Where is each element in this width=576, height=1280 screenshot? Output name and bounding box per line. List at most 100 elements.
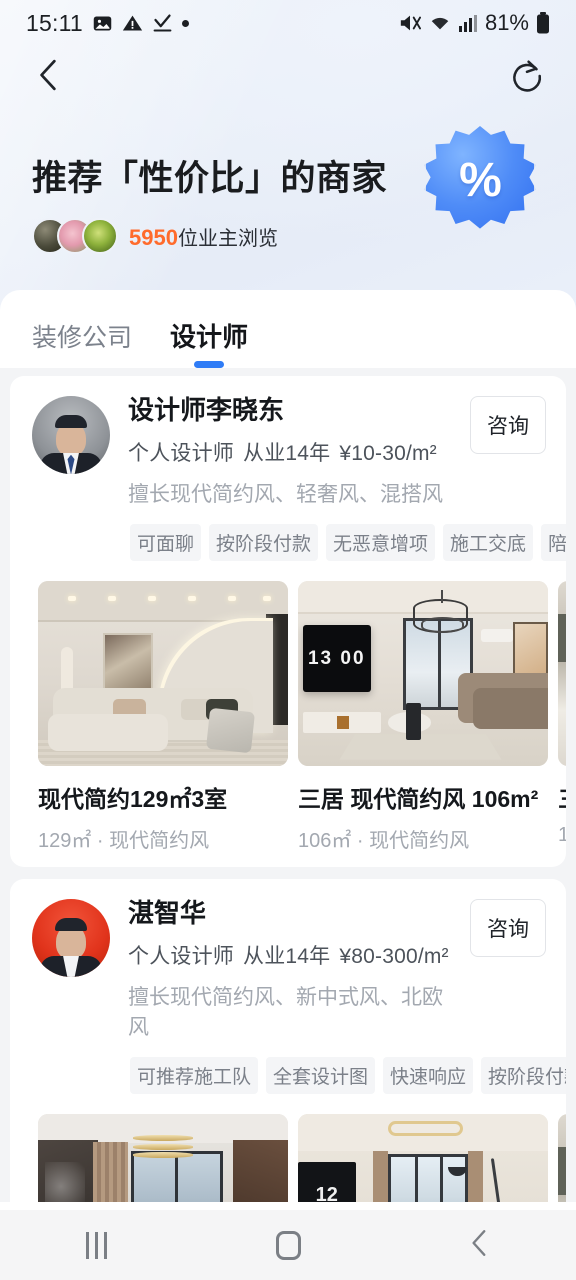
viewers-number: 5950 <box>129 224 178 250</box>
designer-role: 个人设计师 <box>128 441 234 465</box>
designer-tags: 可推荐施工队 全套设计图 快速响应 按阶段付款 <box>10 1041 566 1094</box>
signal-icon <box>458 13 478 33</box>
designer-name: 湛智华 <box>128 897 207 928</box>
work-thumbnail <box>38 1113 288 1210</box>
tab-label: 设计师 <box>170 322 249 352</box>
designer-card[interactable]: 设计师李晓东 个人设计师 从业14年 ¥10-30/m² 擅长现代简约风、轻奢风、混… <box>10 376 566 867</box>
designer-styles: 擅长现代简约风、新中式风、北欧风 <box>128 985 443 1039</box>
work-subtitle: 10 <box>558 823 566 846</box>
interior-photo-arch-living-room <box>38 580 288 766</box>
work-subtitle: 129㎡ · 现代简约风 <box>38 829 210 852</box>
warning-icon <box>122 13 143 34</box>
status-time: 15:11 <box>26 9 83 36</box>
sheet-bottom-edge <box>0 1202 576 1210</box>
work-thumbnail <box>558 580 566 766</box>
tag-chip: 快速响应 <box>383 1056 474 1094</box>
tag-chip: 按阶段付款 <box>209 523 319 561</box>
status-bar-right: 81% <box>398 10 550 36</box>
work-thumbnail <box>38 580 288 766</box>
status-bar-left: 15:11 <box>26 10 189 37</box>
recents-button[interactable] <box>36 1210 156 1280</box>
designer-price: ¥80-300/m² <box>339 944 449 968</box>
work-thumbnail: 13 00 <box>298 580 548 766</box>
designer-header: 设计师李晓东 个人设计师 从业14年 ¥10-30/m² 擅长现代简约风、轻奢风、混… <box>10 395 566 508</box>
consult-button[interactable]: 咨询 <box>470 898 546 957</box>
designer-info: 湛智华 个人设计师 从业14年 ¥80-300/m² 擅长现代简约风、新中式风、北欧… <box>128 897 460 1041</box>
top-navigation <box>0 46 576 108</box>
avatar <box>82 218 118 254</box>
system-back-button[interactable] <box>420 1210 540 1280</box>
android-navigation-bar <box>0 1210 576 1280</box>
interior-photo-luxury-living-room <box>38 1113 288 1210</box>
hero-section: 推荐「性价比」的商家 5950位业主浏览 % <box>0 110 576 290</box>
designer-header: 湛智华 个人设计师 从业14年 ¥80-300/m² 擅长现代简约风、新中式风、北欧… <box>10 897 566 1041</box>
work-item[interactable] <box>38 1113 288 1210</box>
consult-button[interactable]: 咨询 <box>470 396 546 454</box>
interior-photo-partial <box>558 580 566 766</box>
work-item[interactable]: 13 00 三居 现代简约风 106m² 106㎡ · 现代简约风 <box>298 580 548 853</box>
designer-avatar <box>32 396 110 474</box>
designer-meta: 个人设计师 从业14年 ¥80-300/m² <box>128 940 460 970</box>
content-sheet: 装修公司 设计师 设计师李晓东 个人设计师 从业14年 ¥10-30/m² 擅长… <box>0 290 576 1210</box>
designer-avatar <box>32 898 110 977</box>
designer-experience: 从业14年 <box>243 441 331 465</box>
works-carousel[interactable]: 现代简约129㎡3室 129㎡ · 现代简约风 13 00 三居 现代简约风 1… <box>10 561 566 853</box>
designer-tags: 可面聊 按阶段付款 无恶意增项 施工交底 陪同选购 <box>10 508 566 561</box>
works-carousel[interactable]: 12 <box>10 1094 566 1210</box>
tag-chip: 无恶意增项 <box>326 523 436 561</box>
tab-bar: 装修公司 设计师 <box>0 290 576 368</box>
viewers-count-text: 5950位业主浏览 <box>129 222 278 251</box>
tv-clock-display: 13 00 <box>307 647 366 669</box>
designer-styles: 擅长现代简约风、轻奢风、混搭风 <box>128 482 443 506</box>
designer-name: 设计师李晓东 <box>128 395 285 425</box>
recents-icon <box>85 1231 107 1259</box>
tag-chip: 全套设计图 <box>266 1056 376 1094</box>
work-item[interactable]: 现代简约129㎡3室 129㎡ · 现代简约风 <box>38 580 288 853</box>
tag-chip: 可推荐施工队 <box>130 1056 259 1094</box>
back-chevron-icon <box>469 1228 491 1263</box>
tab-label: 装修公司 <box>32 324 133 352</box>
back-button[interactable] <box>26 54 72 100</box>
tab-active-indicator <box>194 361 225 368</box>
tab-designer[interactable]: 设计师 <box>170 317 248 368</box>
tag-chip: 陪同选购 <box>541 523 566 561</box>
tag-chip: 施工交底 <box>443 523 534 561</box>
phone-screen: 15:11 81% 推荐「性价比」的商家 5950位业主浏览 % 装修公司 设计… <box>0 0 576 1280</box>
tab-renovation-company[interactable]: 装修公司 <box>32 318 132 368</box>
work-title: 现代简约129㎡3室 <box>38 785 228 812</box>
designer-meta: 个人设计师 从业14年 ¥10-30/m² <box>128 437 460 467</box>
battery-icon <box>536 12 550 34</box>
designer-role: 个人设计师 <box>128 944 234 968</box>
work-thumbnail: 12 <box>298 1113 548 1210</box>
avatar-portrait <box>40 414 102 474</box>
mute-icon <box>398 12 422 34</box>
home-button[interactable] <box>228 1210 348 1280</box>
work-item[interactable]: 12 <box>298 1113 548 1210</box>
work-title: 三居 现代简约风 106m² <box>298 785 539 812</box>
battery-percent: 81% <box>484 10 529 35</box>
download-check-icon <box>152 13 173 34</box>
interior-photo-partial <box>558 1113 566 1210</box>
interior-photo-tv-living-room: 13 00 <box>298 580 548 766</box>
viewer-avatars <box>32 218 118 254</box>
refresh-button[interactable] <box>504 54 550 100</box>
refresh-icon <box>509 57 545 98</box>
viewers-suffix: 位业主浏览 <box>177 227 278 250</box>
percent-symbol: % <box>459 153 502 207</box>
designer-price: ¥10-30/m² <box>339 441 437 465</box>
home-icon <box>275 1230 301 1260</box>
percent-badge-icon: % <box>426 126 534 234</box>
designer-card[interactable]: 湛智华 个人设计师 从业14年 ¥80-300/m² 擅长现代简约风、新中式风、北欧… <box>10 878 566 1210</box>
designer-list: 设计师李晓东 个人设计师 从业14年 ¥10-30/m² 擅长现代简约风、轻奢风、混… <box>0 368 576 1210</box>
image-icon <box>92 13 113 34</box>
work-item[interactable] <box>558 1113 566 1210</box>
work-title: 三 <box>558 780 566 814</box>
work-subtitle: 106㎡ · 现代简约风 <box>298 829 470 852</box>
wifi-icon <box>429 12 451 34</box>
work-item[interactable]: 三 10 <box>558 580 566 853</box>
status-bar: 15:11 81% <box>0 0 576 46</box>
designer-info: 设计师李晓东 个人设计师 从业14年 ¥10-30/m² 擅长现代简约风、轻奢风、混… <box>128 395 460 508</box>
back-chevron-icon <box>35 58 63 97</box>
designer-experience: 从业14年 <box>243 944 331 968</box>
dot-icon <box>181 19 189 27</box>
